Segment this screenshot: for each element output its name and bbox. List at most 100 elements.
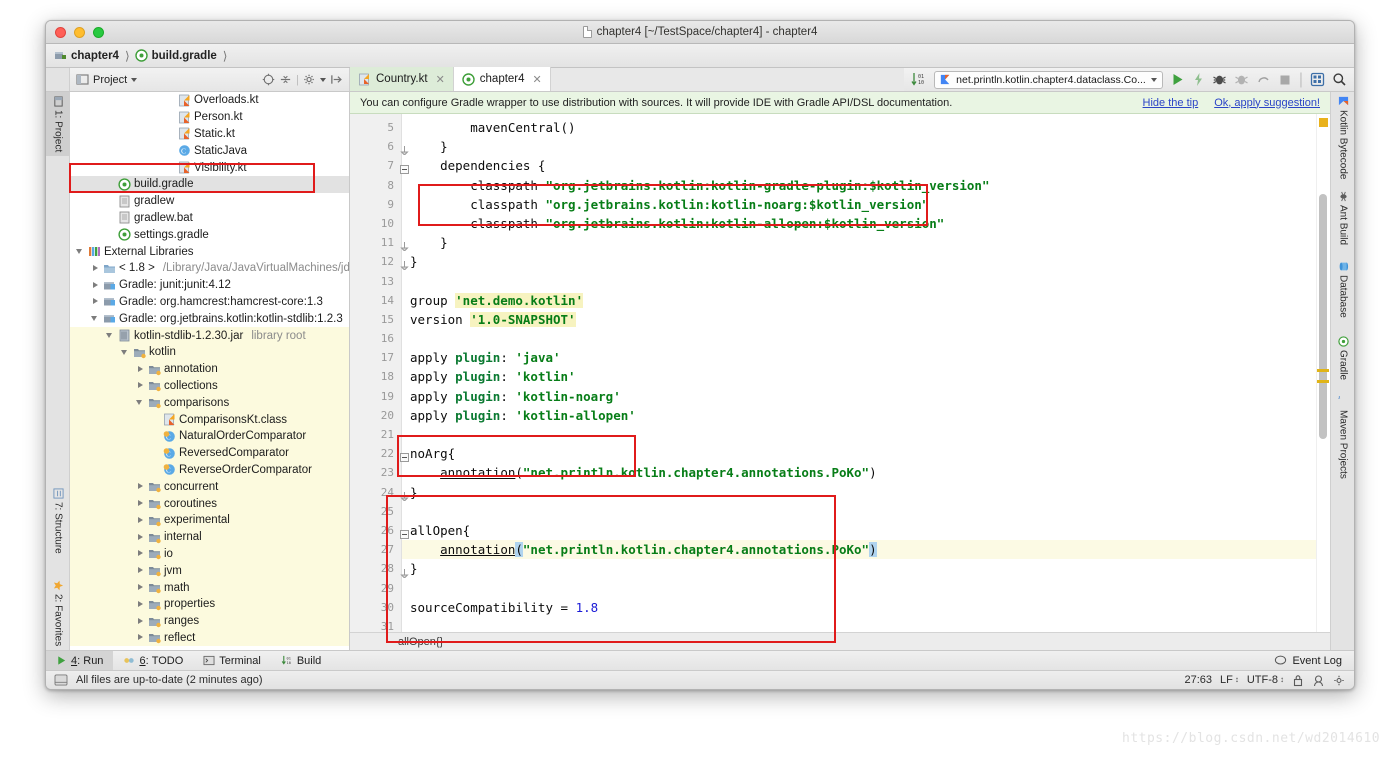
editor-breadcrumb[interactable]: allOpen{}: [350, 632, 1330, 650]
code-content[interactable]: mavenCentral() } dependencies { classpat…: [402, 114, 1316, 632]
sort-icon[interactable]: 01 10: [911, 72, 927, 87]
editor-marker-bar[interactable]: [1316, 114, 1330, 632]
tree-row-static-kt[interactable]: Static.kt: [70, 126, 349, 143]
code-line-31[interactable]: [402, 617, 1316, 632]
tree-row-coroutines[interactable]: coroutines: [70, 495, 349, 512]
gutter-line-10[interactable]: 10: [350, 214, 401, 233]
breadcrumb-item-file[interactable]: build.gradle: [134, 49, 217, 62]
editor-tab-country-kt[interactable]: Country.kt ✕: [350, 67, 454, 91]
code-line-25[interactable]: [402, 502, 1316, 521]
gutter-line-16[interactable]: 16: [350, 329, 401, 348]
tree-row-io[interactable]: io: [70, 545, 349, 563]
gutter-line-12[interactable]: 12: [350, 252, 401, 271]
gutter-line-25[interactable]: 25: [350, 502, 401, 521]
gutter-line-22[interactable]: 22: [350, 444, 401, 463]
tree-row-build-gradle[interactable]: build.gradle: [70, 175, 349, 193]
sidebar-item-favorites[interactable]: 2: Favorites: [46, 576, 70, 650]
tree-row-naturalordercomparator[interactable]: C NaturalOrderComparator: [70, 427, 349, 445]
apply-suggestion-link[interactable]: Ok, apply suggestion!: [1214, 97, 1320, 109]
code-line-30[interactable]: sourceCompatibility = 1.8: [402, 598, 1316, 617]
run-icon[interactable]: [1170, 72, 1185, 87]
tree-row-kotlin[interactable]: kotlin: [70, 343, 349, 361]
sidebar-item-ant-build[interactable]: Ant Build: [1331, 187, 1354, 249]
tree-row-gradle-junit-junit-4-12[interactable]: Gradle: junit:junit:4.12: [70, 277, 349, 294]
chevron-closed-icon[interactable]: [91, 264, 100, 273]
close-tab-icon[interactable]: ✕: [436, 73, 445, 86]
tree-row-1-8[interactable]: < 1.8 > /Library/Java/JavaVirtualMachines…: [70, 260, 349, 277]
toggle-toolwindows-icon[interactable]: [54, 674, 68, 686]
chevron-open-icon[interactable]: [106, 331, 115, 340]
tree-row-internal[interactable]: internal: [70, 528, 349, 546]
tree-row-visibility-kt[interactable]: Visibility.kt: [70, 159, 349, 176]
code-line-8[interactable]: classpath "org.jetbrains.kotlin:kotlin-g…: [402, 176, 1316, 195]
tree-row-gradlew-bat[interactable]: gradlew.bat: [70, 210, 349, 227]
code-line-5[interactable]: mavenCentral(): [402, 118, 1316, 137]
tree-row-annotation[interactable]: annotation: [70, 360, 349, 378]
gutter-line-23[interactable]: 23: [350, 463, 401, 482]
bottom-tab-run[interactable]: 4: Run: [46, 650, 114, 671]
change-marker-2[interactable]: [1317, 380, 1329, 383]
hide-tip-link[interactable]: Hide the tip: [1143, 97, 1199, 109]
code-line-18[interactable]: apply plugin: 'kotlin': [402, 367, 1316, 386]
close-tab-icon-active[interactable]: ✕: [533, 73, 542, 86]
tree-row-reverseordercomparator[interactable]: C ReverseOrderComparator: [70, 461, 349, 479]
chevron-closed-icon[interactable]: [136, 533, 145, 542]
tree-row-concurrent[interactable]: concurrent: [70, 478, 349, 496]
tree-row-person-kt[interactable]: Person.kt: [70, 109, 349, 126]
gear-icon[interactable]: [1333, 674, 1346, 687]
gear-chevron-icon[interactable]: [320, 77, 326, 82]
gutter-line-11[interactable]: 11: [350, 233, 401, 252]
gutter-line-6[interactable]: 6: [350, 137, 401, 156]
tree-row-properties[interactable]: properties: [70, 595, 349, 613]
chevron-closed-icon[interactable]: [136, 633, 145, 642]
tree-row-jvm[interactable]: jvm: [70, 562, 349, 580]
gutter-line-17[interactable]: 17: [350, 348, 401, 367]
chevron-open-icon[interactable]: [91, 314, 100, 323]
chevron-closed-icon[interactable]: [136, 482, 145, 491]
tree-row-reversedcomparator[interactable]: C ReversedComparator: [70, 444, 349, 462]
sidebar-item-database[interactable]: Database: [1331, 257, 1354, 322]
sidebar-item-maven-projects[interactable]: m Maven Projects: [1331, 392, 1354, 483]
debug-icon[interactable]: [1212, 72, 1227, 87]
code-line-13[interactable]: [402, 272, 1316, 291]
tree-row-reflect[interactable]: reflect: [70, 629, 349, 647]
editor-scrollbar-thumb[interactable]: [1319, 194, 1327, 439]
traffic-lights[interactable]: [55, 27, 104, 38]
editor-gutter[interactable]: 5 6 7 8 9 10 11 12 13 14 15 16 17 18 19 20 21 22 23 24 25 26 2…: [350, 114, 409, 633]
coverage-icon[interactable]: [1234, 72, 1249, 87]
run-config-chevron-icon[interactable]: [1150, 77, 1157, 82]
code-line-16[interactable]: [402, 329, 1316, 348]
chevron-closed-icon[interactable]: [136, 617, 145, 626]
target-icon[interactable]: [262, 73, 275, 86]
code-line-22[interactable]: noArg{: [402, 444, 1316, 463]
chevron-closed-icon[interactable]: [136, 583, 145, 592]
code-line-20[interactable]: apply plugin: 'kotlin-allopen': [402, 406, 1316, 425]
code-line-28[interactable]: }: [402, 559, 1316, 578]
tree-row-gradlew[interactable]: gradlew: [70, 193, 349, 210]
minimize-window-icon[interactable]: [74, 27, 85, 38]
code-line-9[interactable]: classpath "org.jetbrains.kotlin:kotlin-n…: [402, 195, 1316, 214]
close-window-icon[interactable]: [55, 27, 66, 38]
code-line-17[interactable]: apply plugin: 'java': [402, 348, 1316, 367]
code-line-19[interactable]: apply plugin: 'kotlin-noarg': [402, 387, 1316, 406]
gutter-line-14[interactable]: 14: [350, 291, 401, 310]
chevron-closed-icon[interactable]: [136, 381, 145, 390]
gutter-line-26[interactable]: 26: [350, 521, 401, 540]
gutter-line-19[interactable]: 19: [350, 387, 401, 406]
tree-row-experimental[interactable]: experimental: [70, 511, 349, 529]
code-line-26[interactable]: allOpen{: [402, 521, 1316, 540]
hector-icon[interactable]: [1312, 674, 1325, 687]
bottom-tab-build[interactable]: 01 10 Build: [271, 651, 331, 671]
tree-row-settings-gradle[interactable]: settings.gradle: [70, 226, 349, 243]
chevron-closed-icon[interactable]: [136, 566, 145, 575]
code-line-12[interactable]: }: [402, 252, 1316, 271]
gutter-line-5[interactable]: 5: [350, 118, 401, 137]
gutter-line-13[interactable]: 13: [350, 272, 401, 291]
sidebar-item-kotlin-bytecode[interactable]: Kotlin Bytecode: [1331, 92, 1354, 184]
code-line-23[interactable]: annotation("net.println.kotlin.chapter4.…: [402, 463, 1316, 482]
code-line-27[interactable]: annotation("net.println.kotlin.chapter4.…: [402, 540, 1316, 560]
gutter-line-21[interactable]: 21: [350, 425, 401, 444]
lock-icon[interactable]: [1292, 674, 1304, 687]
zoom-window-icon[interactable]: [93, 27, 104, 38]
file-encoding[interactable]: UTF-8 ↕: [1247, 674, 1284, 686]
